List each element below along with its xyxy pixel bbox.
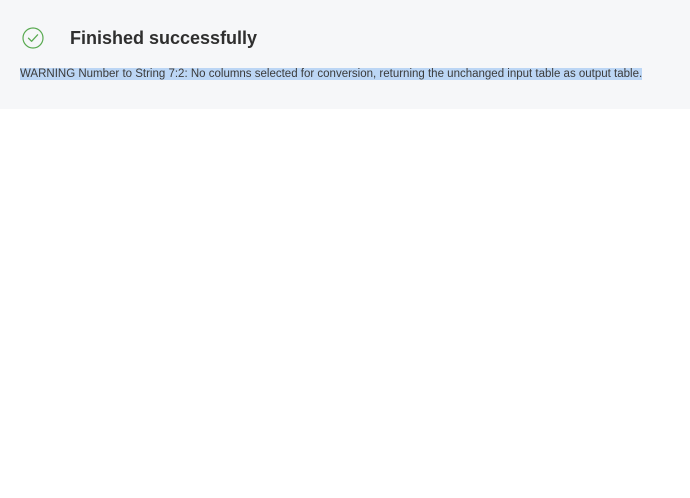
status-row (22, 27, 44, 49)
check-circle-icon (22, 27, 44, 49)
result-panel: Finished successfully WARNING Number to … (0, 0, 690, 109)
status-title: Finished successfully (70, 28, 258, 48)
warning-message-text[interactable]: WARNING Number to String 7:2: No columns… (20, 68, 643, 80)
warning-message[interactable]: WARNING Number to String 7:2: No columns… (20, 67, 643, 82)
